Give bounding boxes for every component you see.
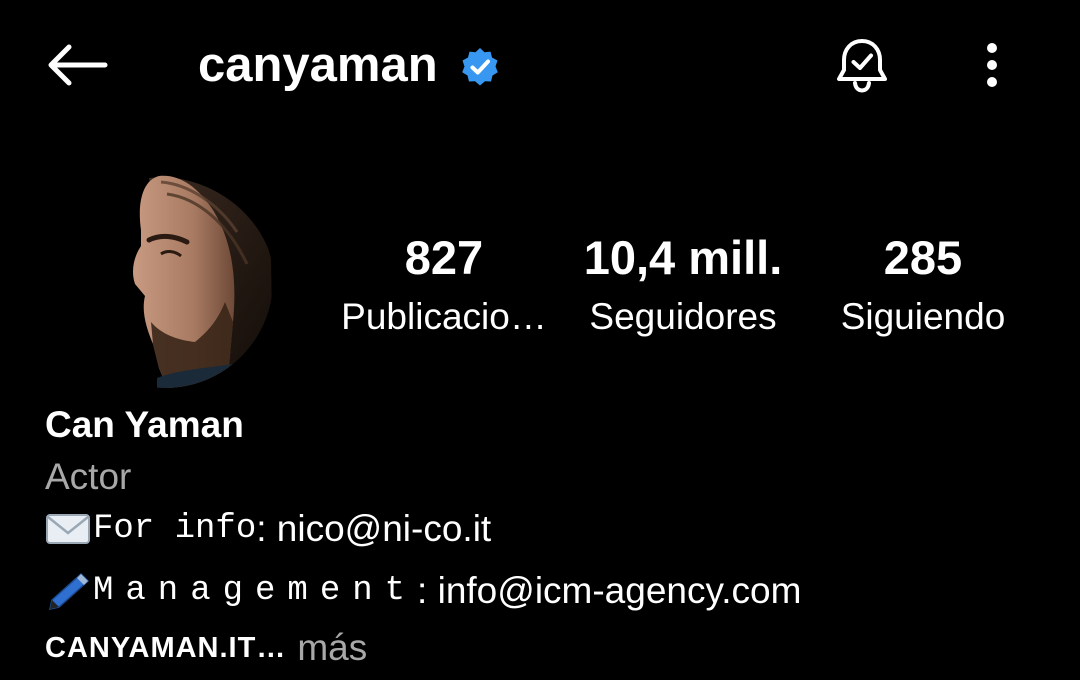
back-button[interactable] xyxy=(38,30,116,100)
bio-line2-prefix: Management xyxy=(93,572,418,610)
bio-line1-email[interactable]: : nico@ni-co.it xyxy=(256,504,491,554)
profile-header-title: canyaman xyxy=(198,34,500,96)
profile-category: Actor xyxy=(45,456,132,497)
bio-ellipsis: … xyxy=(256,631,286,664)
followers-count[interactable]: 10,4 mill. Seguidores xyxy=(574,228,792,348)
top-bar: canyaman xyxy=(0,0,1080,130)
posts-count[interactable]: 827 Publicacio… xyxy=(336,228,552,348)
more-options-button[interactable] xyxy=(962,30,1022,100)
bio-line2-email[interactable]: : info@icm-agency.com xyxy=(417,566,801,616)
pen-emoji-icon xyxy=(49,572,90,610)
bio-line1-prefix: For info xyxy=(93,510,257,548)
bio-line-management: Management : info@icm-agency.com xyxy=(45,566,801,616)
website-link[interactable]: CANYAMAN.IT xyxy=(45,632,256,665)
avatar-portrait-image xyxy=(57,172,273,388)
bio-line-contact: For info : nico@ni-co.it xyxy=(45,504,491,554)
more-vertical-icon xyxy=(987,43,997,87)
following-count-value: 285 xyxy=(883,231,963,284)
profile-avatar[interactable] xyxy=(57,172,273,388)
back-arrow-icon xyxy=(48,44,108,86)
following-count[interactable]: 285 Siguiendo xyxy=(826,228,1020,348)
posts-count-label: Publicacio… xyxy=(341,296,547,337)
more-bio-link[interactable]: más xyxy=(297,627,367,669)
username-title: canyaman xyxy=(198,37,438,92)
profile-full-name: Can Yaman xyxy=(45,404,244,445)
notifications-button[interactable] xyxy=(826,30,898,100)
following-count-label: Siguiendo xyxy=(840,296,1006,337)
verified-badge-icon xyxy=(461,48,498,86)
followers-count-value: 10,4 mill. xyxy=(583,231,783,284)
posts-count-value: 827 xyxy=(404,231,484,284)
followers-count-label: Seguidores xyxy=(589,296,777,337)
notification-bell-check-icon xyxy=(837,39,887,93)
envelope-emoji-icon xyxy=(46,514,90,544)
bio-link-row: CANYAMAN.IT … más xyxy=(45,624,367,672)
